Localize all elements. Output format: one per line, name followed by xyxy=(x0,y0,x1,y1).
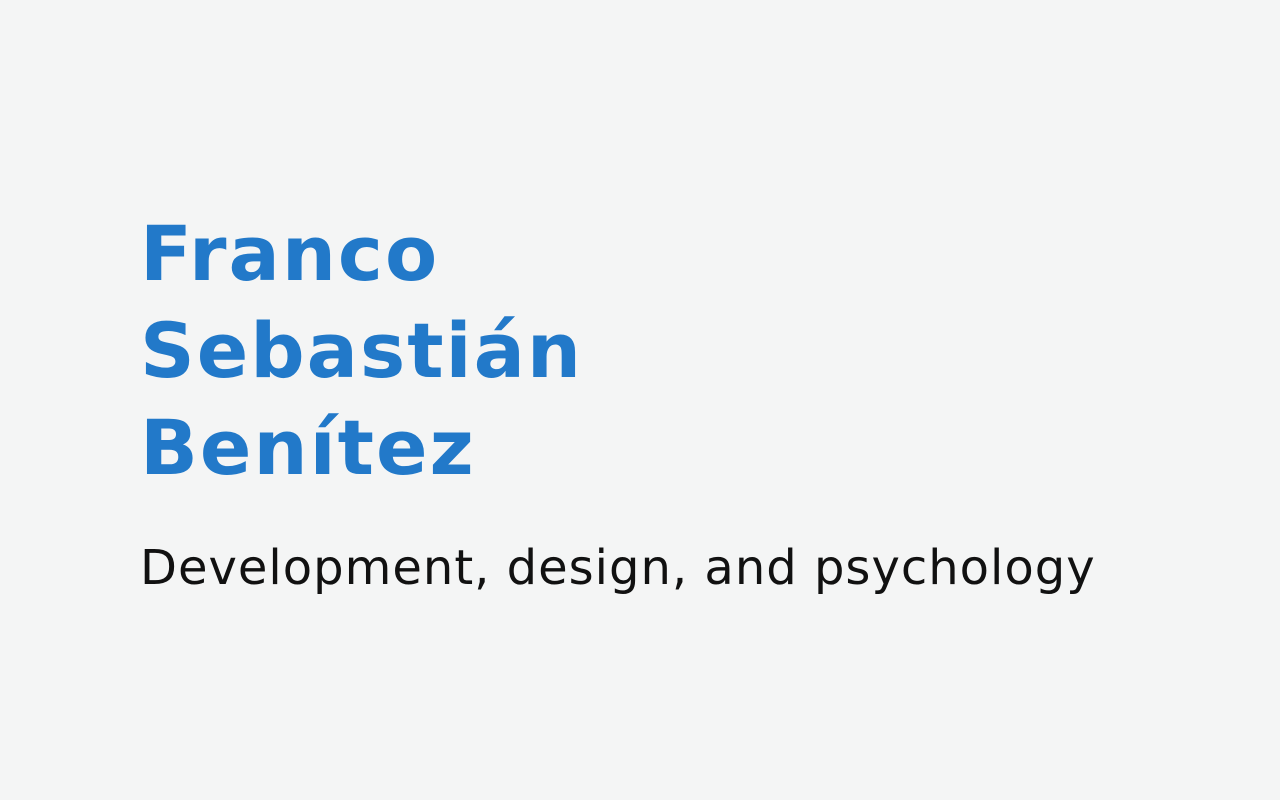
name-first: Franco xyxy=(140,209,440,298)
page: Franco Sebastián Benítez Development, de… xyxy=(0,0,1280,800)
name-middle: Sebastián xyxy=(140,306,583,395)
tagline: Development, design, and psychology xyxy=(140,540,1096,596)
name-last: Benítez xyxy=(140,403,476,492)
hero-name: Franco Sebastián Benítez xyxy=(140,205,583,496)
